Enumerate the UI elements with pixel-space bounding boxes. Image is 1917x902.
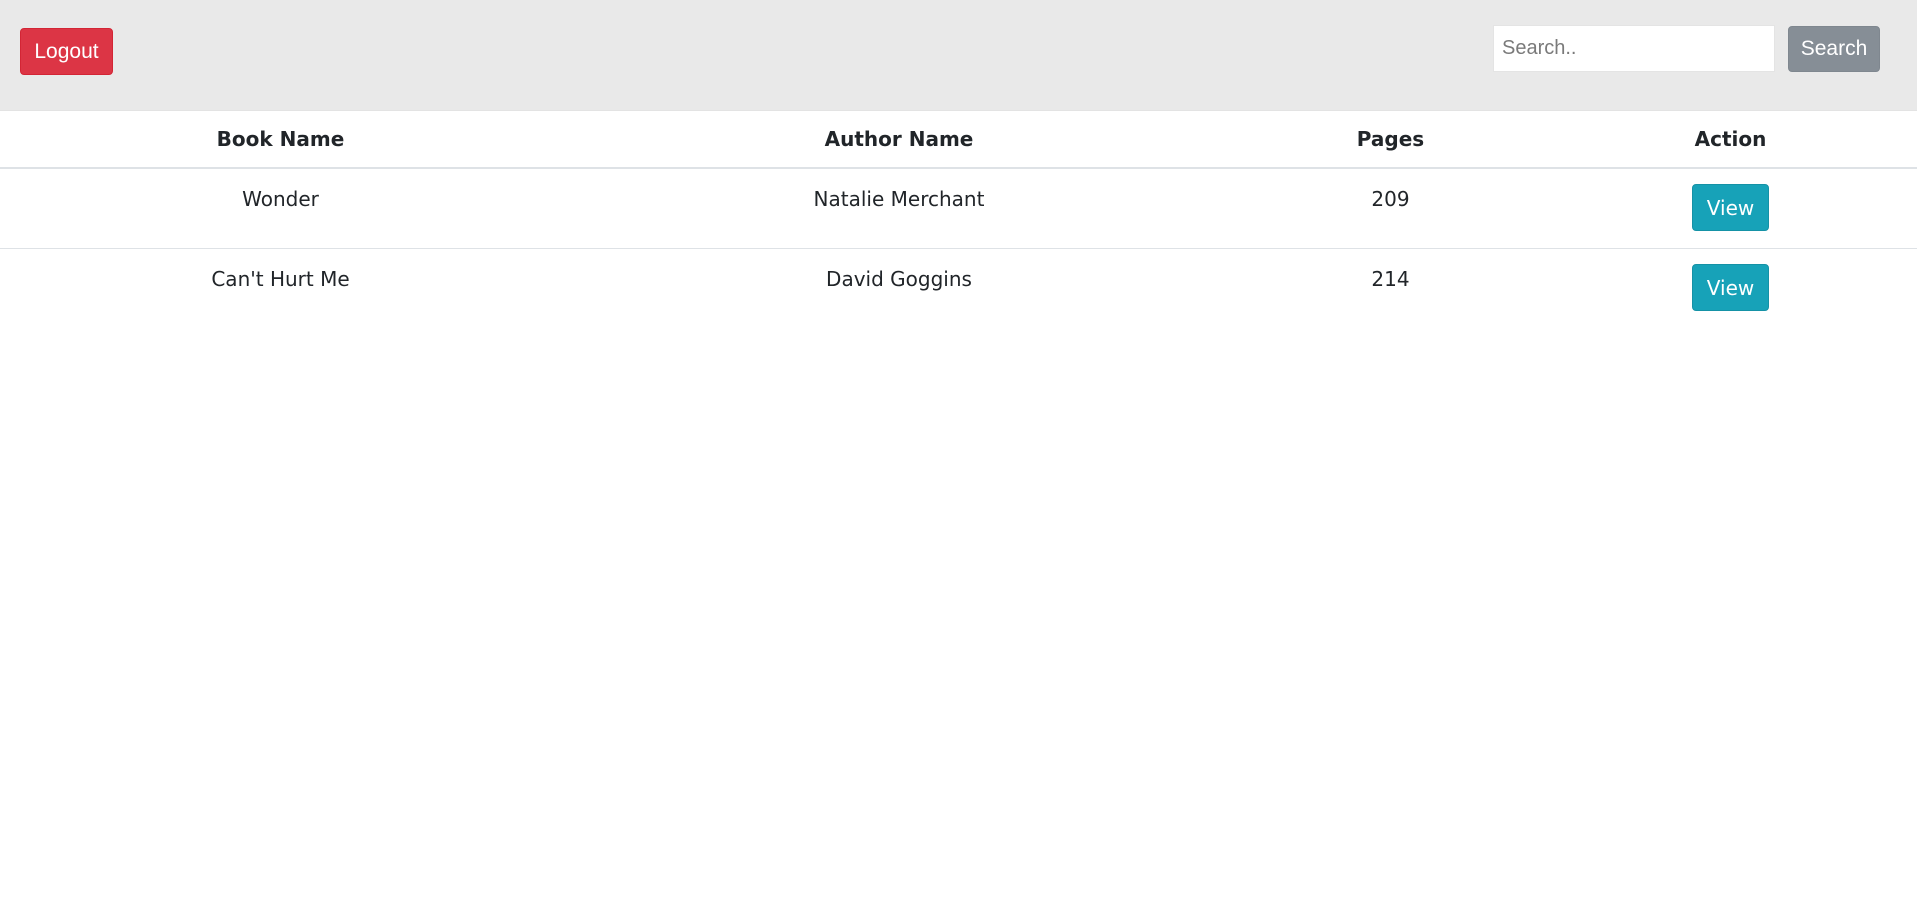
cell-book-name: Can't Hurt Me	[211, 267, 350, 291]
cell-author-name: David Goggins	[826, 267, 972, 291]
table-row: Wonder Natalie Merchant 209 View	[0, 168, 1917, 249]
table-body: Wonder Natalie Merchant 209 View Can't H…	[0, 168, 1917, 328]
column-header-pages: Pages	[1237, 111, 1544, 169]
header-row: Book Name Author Name Pages Action	[0, 111, 1917, 169]
column-header-action: Action	[1544, 111, 1917, 169]
column-header-book-name: Book Name	[0, 111, 561, 169]
cell-pages: 209	[1237, 168, 1544, 249]
column-header-author-name: Author Name	[561, 111, 1237, 169]
search-button[interactable]: Search	[1788, 26, 1880, 72]
cell-pages: 214	[1371, 267, 1410, 291]
cell-book-name: Wonder	[0, 168, 561, 249]
view-button[interactable]: View	[1692, 184, 1769, 231]
top-bar: Logout Search	[0, 0, 1917, 111]
cell-action: View	[1544, 168, 1917, 249]
cell-action: View	[1544, 249, 1917, 329]
books-table: Book Name Author Name Pages Action Wonde…	[0, 111, 1917, 328]
cell-author-name: Natalie Merchant	[561, 168, 1237, 249]
search-input[interactable]	[1493, 25, 1775, 72]
logout-button[interactable]: Logout	[20, 28, 113, 75]
table-row: Can't Hurt Me David Goggins 214 View	[0, 249, 1917, 329]
view-button[interactable]: View	[1692, 264, 1769, 311]
table-header: Book Name Author Name Pages Action	[0, 111, 1917, 169]
